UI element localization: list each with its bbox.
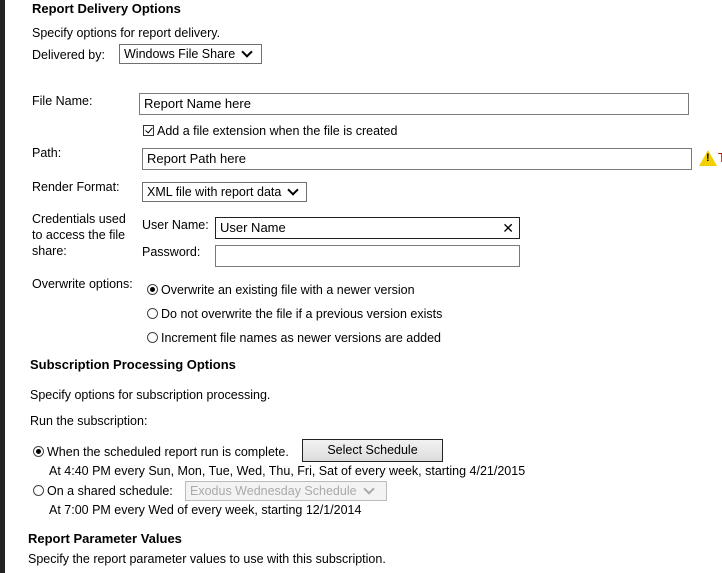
clear-icon[interactable]: ✕ [502, 218, 514, 238]
run-label: Run the subscription: [30, 414, 148, 428]
radio-selected-icon [147, 284, 158, 295]
add-extension-checkbox[interactable]: Add a file extension when the file is cr… [143, 124, 397, 138]
shared-schedule-value: Exodus Wednesday Schedule [190, 484, 357, 498]
run-option-scheduled[interactable]: When the scheduled report run is complet… [33, 445, 289, 459]
user-name-value: User Name [220, 220, 286, 235]
scheduled-description: At 4:40 PM every Sun, Mon, Tue, Wed, Thu… [49, 464, 526, 478]
overwrite-option-1[interactable]: Overwrite an existing file with a newer … [147, 283, 415, 297]
password-input[interactable] [215, 245, 520, 267]
chevron-down-icon [362, 483, 375, 495]
run-option-label: On a shared schedule: [47, 484, 173, 498]
delivered-by-label: Delivered by: [32, 48, 105, 62]
delivered-by-select[interactable]: Windows File Share [119, 44, 262, 64]
radio-selected-icon [33, 446, 44, 457]
warning-icon: ! [699, 150, 717, 166]
credentials-label-line: share: [32, 244, 67, 258]
overwrite-option-3[interactable]: Increment file names as newer versions a… [147, 331, 441, 345]
delivery-title: Report Delivery Options [32, 1, 181, 16]
processing-title: Subscription Processing Options [30, 357, 236, 372]
overwrite-option-label: Do not overwrite the file if a previous … [161, 307, 443, 321]
path-label: Path: [32, 146, 62, 160]
shared-description: At 7:00 PM every Wed of every week, star… [49, 503, 362, 517]
path-input[interactable]: Report Path here [142, 148, 692, 170]
add-extension-label: Add a file extension when the file is cr… [157, 124, 398, 138]
password-label: Password: [142, 245, 201, 259]
user-name-input[interactable]: User Name ✕ [215, 217, 520, 239]
file-name-input[interactable]: Report Name here [139, 93, 689, 115]
credentials-label-line: Credentials used [32, 212, 126, 226]
processing-desc: Specify options for subscription process… [30, 388, 271, 402]
left-edge [0, 0, 5, 573]
parameters-title: Report Parameter Values [28, 531, 182, 546]
path-warning-text: T [718, 151, 722, 165]
radio-icon [147, 332, 158, 343]
overwrite-option-2[interactable]: Do not overwrite the file if a previous … [147, 307, 442, 321]
run-option-shared[interactable]: On a shared schedule: [33, 484, 173, 498]
file-name-label: File Name: [32, 94, 93, 108]
credentials-label: Credentials used to access the file shar… [32, 211, 126, 259]
chevron-down-icon [241, 46, 253, 58]
chevron-down-icon [287, 184, 299, 196]
render-format-select[interactable]: XML file with report data [142, 182, 307, 202]
select-schedule-button[interactable]: Select Schedule [302, 439, 443, 462]
render-format-label: Render Format: [32, 180, 120, 194]
run-option-label: When the scheduled report run is complet… [47, 445, 289, 459]
render-format-value: XML file with report data [147, 185, 282, 199]
radio-icon [33, 485, 44, 496]
user-name-label: User Name: [142, 218, 209, 232]
overwrite-option-label: Overwrite an existing file with a newer … [161, 283, 415, 297]
overwrite-option-label: Increment file names as newer versions a… [161, 331, 442, 345]
radio-icon [147, 308, 158, 319]
credentials-label-line: to access the file [32, 228, 126, 242]
delivered-by-value: Windows File Share [124, 47, 236, 61]
overwrite-label: Overwrite options: [32, 277, 133, 291]
delivery-desc: Specify options for report delivery. [32, 26, 221, 40]
checkbox-checked-icon [143, 125, 154, 136]
parameters-desc: Specify the report parameter values to u… [28, 552, 386, 566]
shared-schedule-select[interactable]: Exodus Wednesday Schedule [185, 481, 387, 501]
